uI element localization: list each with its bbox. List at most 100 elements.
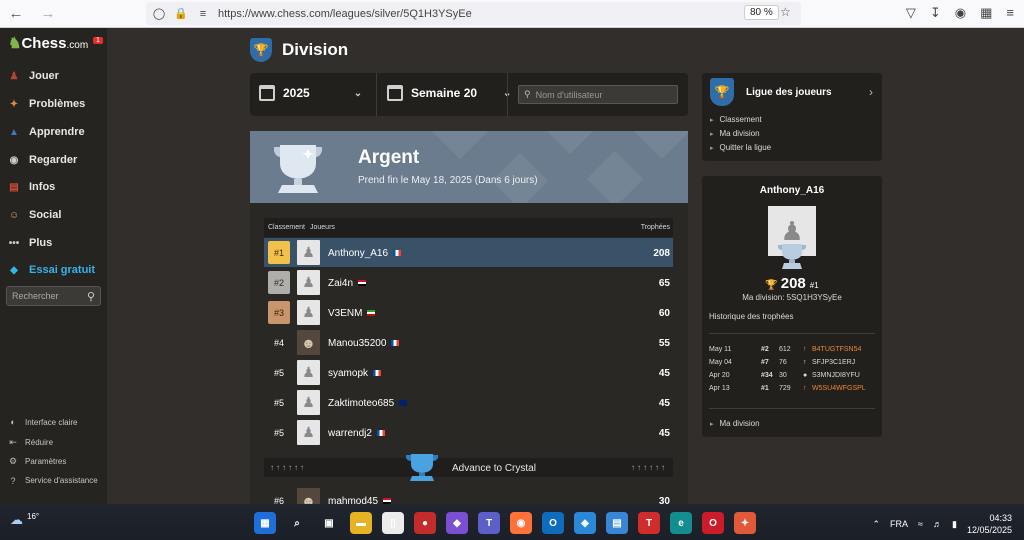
table-row[interactable]: #5 ♟ Zaktimoteo685 45 [264,388,673,417]
forward-icon[interactable]: → [37,5,59,22]
history-row[interactable]: Apr 20 #34 30 ● S3MNJDI8YFU [709,372,879,384]
trophy-count: 208 [653,248,670,259]
my-division-link[interactable]: Ma division [710,419,760,428]
avatar[interactable]: ♟ [297,420,320,445]
more-icon: ••• [8,237,20,249]
table-row[interactable]: #2 ♟ Zai4n 65 [264,268,673,297]
league-panel-header[interactable]: 🏆 Ligue des joueurs [710,78,832,106]
rank-badge: #5 [273,397,284,408]
app-icon[interactable]: ◈ [574,512,596,534]
player-name[interactable]: Anthony_A16 [328,248,402,259]
extensions-icon[interactable]: ▦ [980,5,992,21]
league-link[interactable]: Classement [710,115,762,124]
sidebar-item-essai-gratuit[interactable]: ◆ Essai gratuit [6,262,95,278]
url-text[interactable]: https://www.chess.com/leagues/silver/5Q1… [218,8,472,20]
player-name[interactable]: mahmod45 [328,496,392,504]
battery-icon[interactable]: ▮ [952,519,957,530]
table-row[interactable]: #1 ♟ Anthony_A16 208 [264,238,673,267]
tools-icon[interactable]: ✦ [734,512,756,534]
news-icon: ▤ [9,181,19,193]
clock[interactable]: 04:33 12/05/2025 [967,512,1012,536]
permissions-icon[interactable]: ≡ [194,8,212,20]
rank-badge: #5 [273,367,284,378]
menu-icon[interactable]: ≡ [1006,5,1014,21]
league-link[interactable]: Quitter la ligue [710,143,772,152]
download-icon[interactable]: ↧ [930,5,941,21]
volume-icon[interactable]: ♬ [933,519,942,529]
shield-icon[interactable]: ◯ [150,7,168,20]
table-row[interactable]: #5 ♟ syamopk 45 [264,358,673,387]
avatar[interactable]: ♟ [297,390,320,415]
chevron-right-icon[interactable]: › [869,85,873,99]
zoom-level[interactable]: 80 % [744,5,779,20]
windows-taskbar: ☁ 16° ▦ ⌕ ▣ ▬ ▯ ● ◆ T ◉ O ◈ ▤ Te O ✦ ⌃ FRA ≈ ♬ ▮ 04:33… [0,504,1024,540]
notepad-icon[interactable]: ▯ [382,512,404,534]
table-row[interactable]: #3 ♟ V3ENM 60 [264,298,673,327]
pocket-icon[interactable]: ▽ [906,5,916,21]
profile-name[interactable]: Anthony_A16 [702,185,882,196]
account-icon[interactable]: ◉ [955,5,966,21]
year-select[interactable]: 2025 ⌄ [259,85,362,101]
address-bar[interactable]: ◯ 🔒 ≡ https://www.chess.com/leagues/silv… [146,2,801,25]
week-select[interactable]: Semaine 20 ⌄ [387,85,511,101]
lock-icon[interactable]: 🔒 [172,7,190,20]
player-name[interactable]: warrendj2 [328,428,385,439]
chevron-up-icon[interactable]: ⌃ [873,519,881,530]
language-indicator[interactable]: FRA [890,519,908,529]
taskview-icon[interactable]: ▣ [318,512,340,534]
back-icon[interactable]: ← [5,5,27,22]
avatar[interactable]: ♟ [297,270,320,295]
avatar[interactable]: ♟ [297,360,320,385]
record-icon[interactable]: ● [414,512,436,534]
username-search-input[interactable]: ⚲ Nom d'utilisateur [518,85,678,104]
player-name[interactable]: Manou35200 [328,338,400,349]
firefox-icon[interactable]: ◉ [510,512,532,534]
bookmark-star-icon[interactable]: ☆ [780,5,791,19]
avatar[interactable]: ☻ [297,330,320,355]
outlook-icon[interactable]: O [542,512,564,534]
table-row[interactable]: #5 ♟ warrendj2 45 [264,418,673,447]
sidebar-item-infos[interactable]: ▤ Infos [6,179,55,195]
avatar[interactable]: ☻ [297,488,320,504]
rank-badge: #2 [268,271,290,294]
start-icon[interactable]: ▦ [254,512,276,534]
sidebar-item-plus[interactable]: ••• Plus [6,235,53,251]
search-icon[interactable]: ⚲ [87,290,95,303]
sidebar-item-probl-mes[interactable]: ✦ Problèmes [6,96,85,112]
store-icon[interactable]: ▤ [606,512,628,534]
notification-badge[interactable]: 1 [93,37,103,44]
teams-icon[interactable]: T [478,512,500,534]
weather-widget[interactable]: ☁ 16° [10,512,39,528]
history-row[interactable]: May 11 #2 612 ↑ B4TUGTFSN54 [709,346,879,358]
sidebar-bottom-item[interactable]: ◐ Interface claire [8,417,77,427]
sidebar-item-apprendre[interactable]: ▲ Apprendre [6,124,85,140]
sidebar-bottom-item[interactable]: ⚙ Paramètres [8,456,66,467]
explorer-icon[interactable]: ▬ [350,512,372,534]
table-row[interactable]: #4 ☻ Manou35200 55 [264,328,673,357]
flag-au [399,400,408,407]
sidebar-bottom-item[interactable]: ⇤ Réduire [8,437,53,448]
player-name[interactable]: Zaktimoteo685 [328,398,408,409]
chess-logo[interactable]: ♞Chess.com [8,34,88,52]
league-link[interactable]: Ma division [710,129,760,138]
avatar[interactable]: ♟ [297,240,320,265]
edge-icon[interactable]: e [670,512,692,534]
table-row[interactable]: #6 ☻ mahmod45 30 [264,486,673,504]
sidebar-item-regarder[interactable]: ◉ Regarder [6,152,78,168]
sidebar-item-jouer[interactable]: ♟ Jouer [6,68,59,84]
search-icon[interactable]: ⌕ [286,512,308,534]
avatar[interactable]: ♟ [297,300,320,325]
sidebar-bottom-item[interactable]: ? Service d'assistance [8,476,97,486]
opera-icon[interactable]: O [702,512,724,534]
history-row[interactable]: Apr 13 #1 729 ↑ W5SU4WFGSPL [709,385,879,397]
player-name[interactable]: Zai4n [328,278,367,289]
gear-icon: ⚙ [8,456,18,466]
tlc-icon[interactable]: T [638,512,660,534]
player-name[interactable]: V3ENM [328,308,376,319]
wifi-icon[interactable]: ≈ [918,519,923,529]
sidebar-search-input[interactable]: Rechercher ⚲ [6,286,101,306]
player-name[interactable]: syamopk [328,368,382,379]
sidebar-item-social[interactable]: ☺ Social [6,207,62,223]
m365-icon[interactable]: ◆ [446,512,468,534]
history-row[interactable]: May 04 #7 76 ↑ SFJP3C1ERJ [709,359,879,371]
